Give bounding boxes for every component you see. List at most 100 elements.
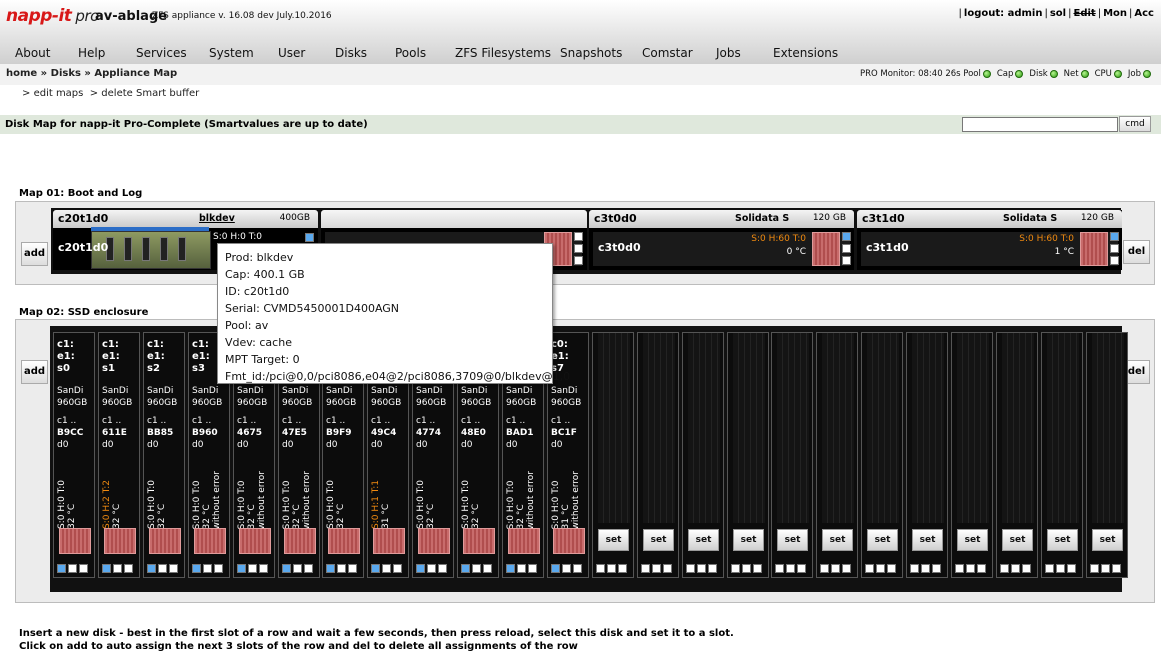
drive-icon[interactable] <box>237 564 246 573</box>
drive-icon[interactable] <box>1011 564 1020 573</box>
ssd-slot[interactable]: set <box>861 332 903 578</box>
drive-icon[interactable] <box>1112 564 1121 573</box>
drive-icon[interactable] <box>1110 244 1119 253</box>
drive-icon[interactable] <box>214 564 223 573</box>
set-button[interactable]: set <box>822 529 853 551</box>
crumb-appliance-map[interactable]: Appliance Map <box>94 68 177 79</box>
drive-icon[interactable] <box>551 564 560 573</box>
drive-icon[interactable] <box>708 564 717 573</box>
menu-jobs[interactable]: Jobs <box>716 46 741 60</box>
submenu-edit-maps[interactable]: edit maps <box>34 88 84 99</box>
drive-icon[interactable] <box>348 564 357 573</box>
drive-icon[interactable] <box>427 564 436 573</box>
drive-icon[interactable] <box>1067 564 1076 573</box>
monitor-job[interactable]: Job <box>1128 69 1141 79</box>
menu-disks[interactable]: Disks <box>335 46 367 60</box>
monitor-disk[interactable]: Disk <box>1029 69 1047 79</box>
logout-link[interactable]: logout: admin <box>964 8 1043 19</box>
ssd-slot[interactable]: set <box>771 332 813 578</box>
drive-icon[interactable] <box>483 564 492 573</box>
drive-icon[interactable] <box>607 564 616 573</box>
drive-icon[interactable] <box>158 564 167 573</box>
set-button[interactable]: set <box>777 529 808 551</box>
drive-icon[interactable] <box>742 564 751 573</box>
monitor-pool[interactable]: Pool <box>963 69 981 79</box>
ssd-slot[interactable]: c1: e1: s2 SanDi 960GB c1 .. BB85 d0 S:0 H:0 T:0… <box>143 332 185 578</box>
set-button[interactable]: set <box>1047 529 1078 551</box>
ssd-slot[interactable]: set <box>727 332 769 578</box>
set-button[interactable]: set <box>598 529 629 551</box>
drive-icon[interactable] <box>1101 564 1110 573</box>
map1-del-button[interactable]: del <box>1123 240 1150 264</box>
drive-icon[interactable] <box>259 564 268 573</box>
menu-about[interactable]: About <box>15 46 50 60</box>
drive-icon[interactable] <box>528 564 537 573</box>
drive-icon[interactable] <box>574 244 583 253</box>
drive-icon[interactable] <box>831 564 840 573</box>
drive-icon[interactable] <box>596 564 605 573</box>
drive-icon[interactable] <box>697 564 706 573</box>
ssd-slot[interactable]: c1: e1: s0 SanDi 960GB c1 .. B9CC d0 S:0 H:0 T:0… <box>53 332 95 578</box>
drive-icon[interactable] <box>842 256 851 265</box>
drive-icon[interactable] <box>371 564 380 573</box>
ssd-slot[interactable]: set <box>996 332 1038 578</box>
ssd-slot[interactable]: set <box>682 332 724 578</box>
set-button[interactable]: set <box>688 529 719 551</box>
drive-icon[interactable] <box>731 564 740 573</box>
drive-icon[interactable] <box>753 564 762 573</box>
cmd-input[interactable] <box>962 117 1118 132</box>
monitor-cpu[interactable]: CPU <box>1095 69 1112 79</box>
drive-icon[interactable] <box>1056 564 1065 573</box>
drive-icon[interactable] <box>305 233 314 242</box>
drive-icon[interactable] <box>921 564 930 573</box>
cmd-button[interactable]: cmd <box>1119 116 1151 132</box>
disk-slot[interactable]: c3t0d0 Solidata S 120 GB c3t0d0 S:0 H:60 T… <box>589 210 854 270</box>
drive-icon[interactable] <box>102 564 111 573</box>
drive-icon[interactable] <box>910 564 919 573</box>
map1-add-button[interactable]: add <box>21 242 48 266</box>
set-button[interactable]: set <box>733 529 764 551</box>
set-button[interactable]: set <box>1092 529 1123 551</box>
set-button[interactable]: set <box>1002 529 1033 551</box>
drive-icon[interactable] <box>326 564 335 573</box>
edit-link[interactable]: Edit <box>1073 8 1095 19</box>
drive-icon[interactable] <box>438 564 447 573</box>
menu-comstar[interactable]: Comstar <box>642 46 693 60</box>
ssd-slot[interactable]: set <box>637 332 679 578</box>
drive-icon[interactable] <box>472 564 481 573</box>
drive-icon[interactable] <box>574 232 583 241</box>
drive-icon[interactable] <box>775 564 784 573</box>
napp-it-logo[interactable]: napp-it pro <box>6 6 99 26</box>
menu-zfs-filesystems[interactable]: ZFS Filesystems <box>455 46 551 60</box>
drive-icon[interactable] <box>663 564 672 573</box>
drive-icon[interactable] <box>337 564 346 573</box>
drive-icon[interactable] <box>68 564 77 573</box>
drive-icon[interactable] <box>977 564 986 573</box>
drive-icon[interactable] <box>574 256 583 265</box>
drive-icon[interactable] <box>1022 564 1031 573</box>
drive-icon[interactable] <box>506 564 515 573</box>
drive-icon[interactable] <box>393 564 402 573</box>
drive-icon[interactable] <box>282 564 291 573</box>
drive-icon[interactable] <box>786 564 795 573</box>
drive-icon[interactable] <box>820 564 829 573</box>
drive-icon[interactable] <box>304 564 313 573</box>
drive-icon[interactable] <box>416 564 425 573</box>
ssd-slot[interactable]: set <box>906 332 948 578</box>
drive-icon[interactable] <box>932 564 941 573</box>
monitor-cap[interactable]: Cap <box>997 69 1014 79</box>
drive-icon[interactable] <box>113 564 122 573</box>
menu-extensions[interactable]: Extensions <box>773 46 838 60</box>
drive-icon[interactable] <box>57 564 66 573</box>
drive-icon[interactable] <box>248 564 257 573</box>
menu-pools[interactable]: Pools <box>395 46 426 60</box>
crumb-home[interactable]: home <box>6 68 37 79</box>
ssd-slot[interactable]: c1: e1: s1 SanDi 960GB c1 .. 611E d0 S:0 H:2 T:2… <box>98 332 140 578</box>
ssd-slot[interactable]: set <box>951 332 993 578</box>
drive-icon[interactable] <box>641 564 650 573</box>
mon-link[interactable]: Mon <box>1103 8 1127 19</box>
drive-icon[interactable] <box>1110 232 1119 241</box>
ssd-slot[interactable]: set <box>592 332 634 578</box>
drive-icon[interactable] <box>865 564 874 573</box>
drive-icon[interactable] <box>887 564 896 573</box>
